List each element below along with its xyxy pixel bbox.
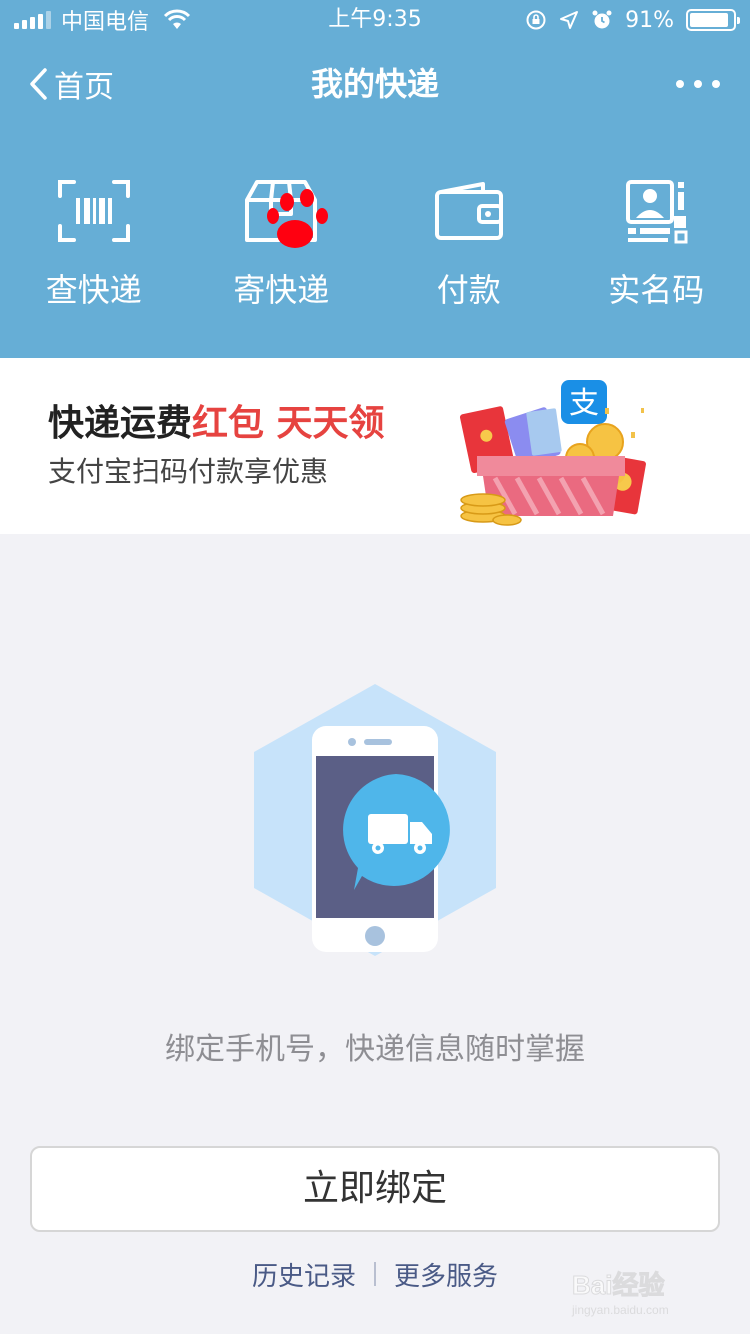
- baidu-jingyan-watermark: Bai经验 jingyan.baidu.com: [571, 1270, 669, 1318]
- action-label: 实名码: [608, 271, 705, 309]
- more-dot: [694, 80, 702, 88]
- bind-phone-button[interactable]: 立即绑定: [30, 1146, 720, 1232]
- alarm-icon: [592, 10, 612, 29]
- id-qrcode-icon: [626, 180, 688, 244]
- banner-title-highlight: 红包 天天领: [192, 403, 385, 444]
- promo-banner[interactable]: 快递运费红包 天天领 支付宝扫码付款享优惠 支: [0, 358, 750, 534]
- status-bar: 中国电信 上午9:35 91%: [0, 0, 750, 40]
- banner-title-main: 快递运费: [48, 403, 193, 444]
- action-pay[interactable]: 付款: [375, 160, 563, 320]
- location-icon: [560, 11, 579, 29]
- more-services-link[interactable]: 更多服务: [394, 1256, 498, 1293]
- alipay-badge-char: 支: [569, 387, 599, 420]
- watermark-text: Bai经验: [572, 1270, 664, 1300]
- package-box-icon: [245, 180, 329, 248]
- red-envelope-gift-box-icon: 支: [459, 380, 646, 526]
- action-track-package[interactable]: 查快递: [0, 160, 188, 320]
- link-divider: [374, 1262, 376, 1286]
- back-button[interactable]: 首页: [28, 62, 114, 106]
- more-dot: [712, 80, 720, 88]
- action-realname-code[interactable]: 实名码: [563, 160, 750, 320]
- back-label: 首页: [54, 70, 114, 105]
- more-button[interactable]: [676, 62, 720, 106]
- action-label: 寄快递: [233, 271, 330, 309]
- action-label: 查快递: [45, 271, 142, 309]
- quick-actions: 查快递 寄快递 付款 实名码: [0, 160, 750, 320]
- battery-icon: [686, 9, 740, 31]
- banner-title: 快递运费红包 天天领: [48, 402, 385, 446]
- history-link[interactable]: 历史记录: [252, 1256, 356, 1293]
- battery-percent: 91%: [625, 7, 674, 33]
- action-label: 付款: [436, 271, 501, 309]
- banner-subtitle: 支付宝扫码付款享优惠: [48, 455, 329, 488]
- empty-state-message: 绑定手机号，快递信息随时掌握: [165, 1032, 585, 1067]
- wallet-icon: [434, 182, 503, 240]
- nav-bar: 首页 我的快递: [0, 50, 750, 120]
- watermark-url: jingyan.baidu.com: [571, 1303, 669, 1317]
- rotation-lock-icon: [526, 10, 546, 30]
- barcode-scan-icon: [57, 180, 130, 242]
- phone-delivery-illustration-icon: [254, 684, 496, 956]
- chevron-left-icon: [30, 68, 47, 100]
- action-send-package[interactable]: 寄快递: [188, 160, 376, 320]
- header: 中国电信 上午9:35 91% 首页 我的快递 查快递 寄快递 付款 实名码: [0, 0, 750, 358]
- more-dot: [676, 80, 684, 88]
